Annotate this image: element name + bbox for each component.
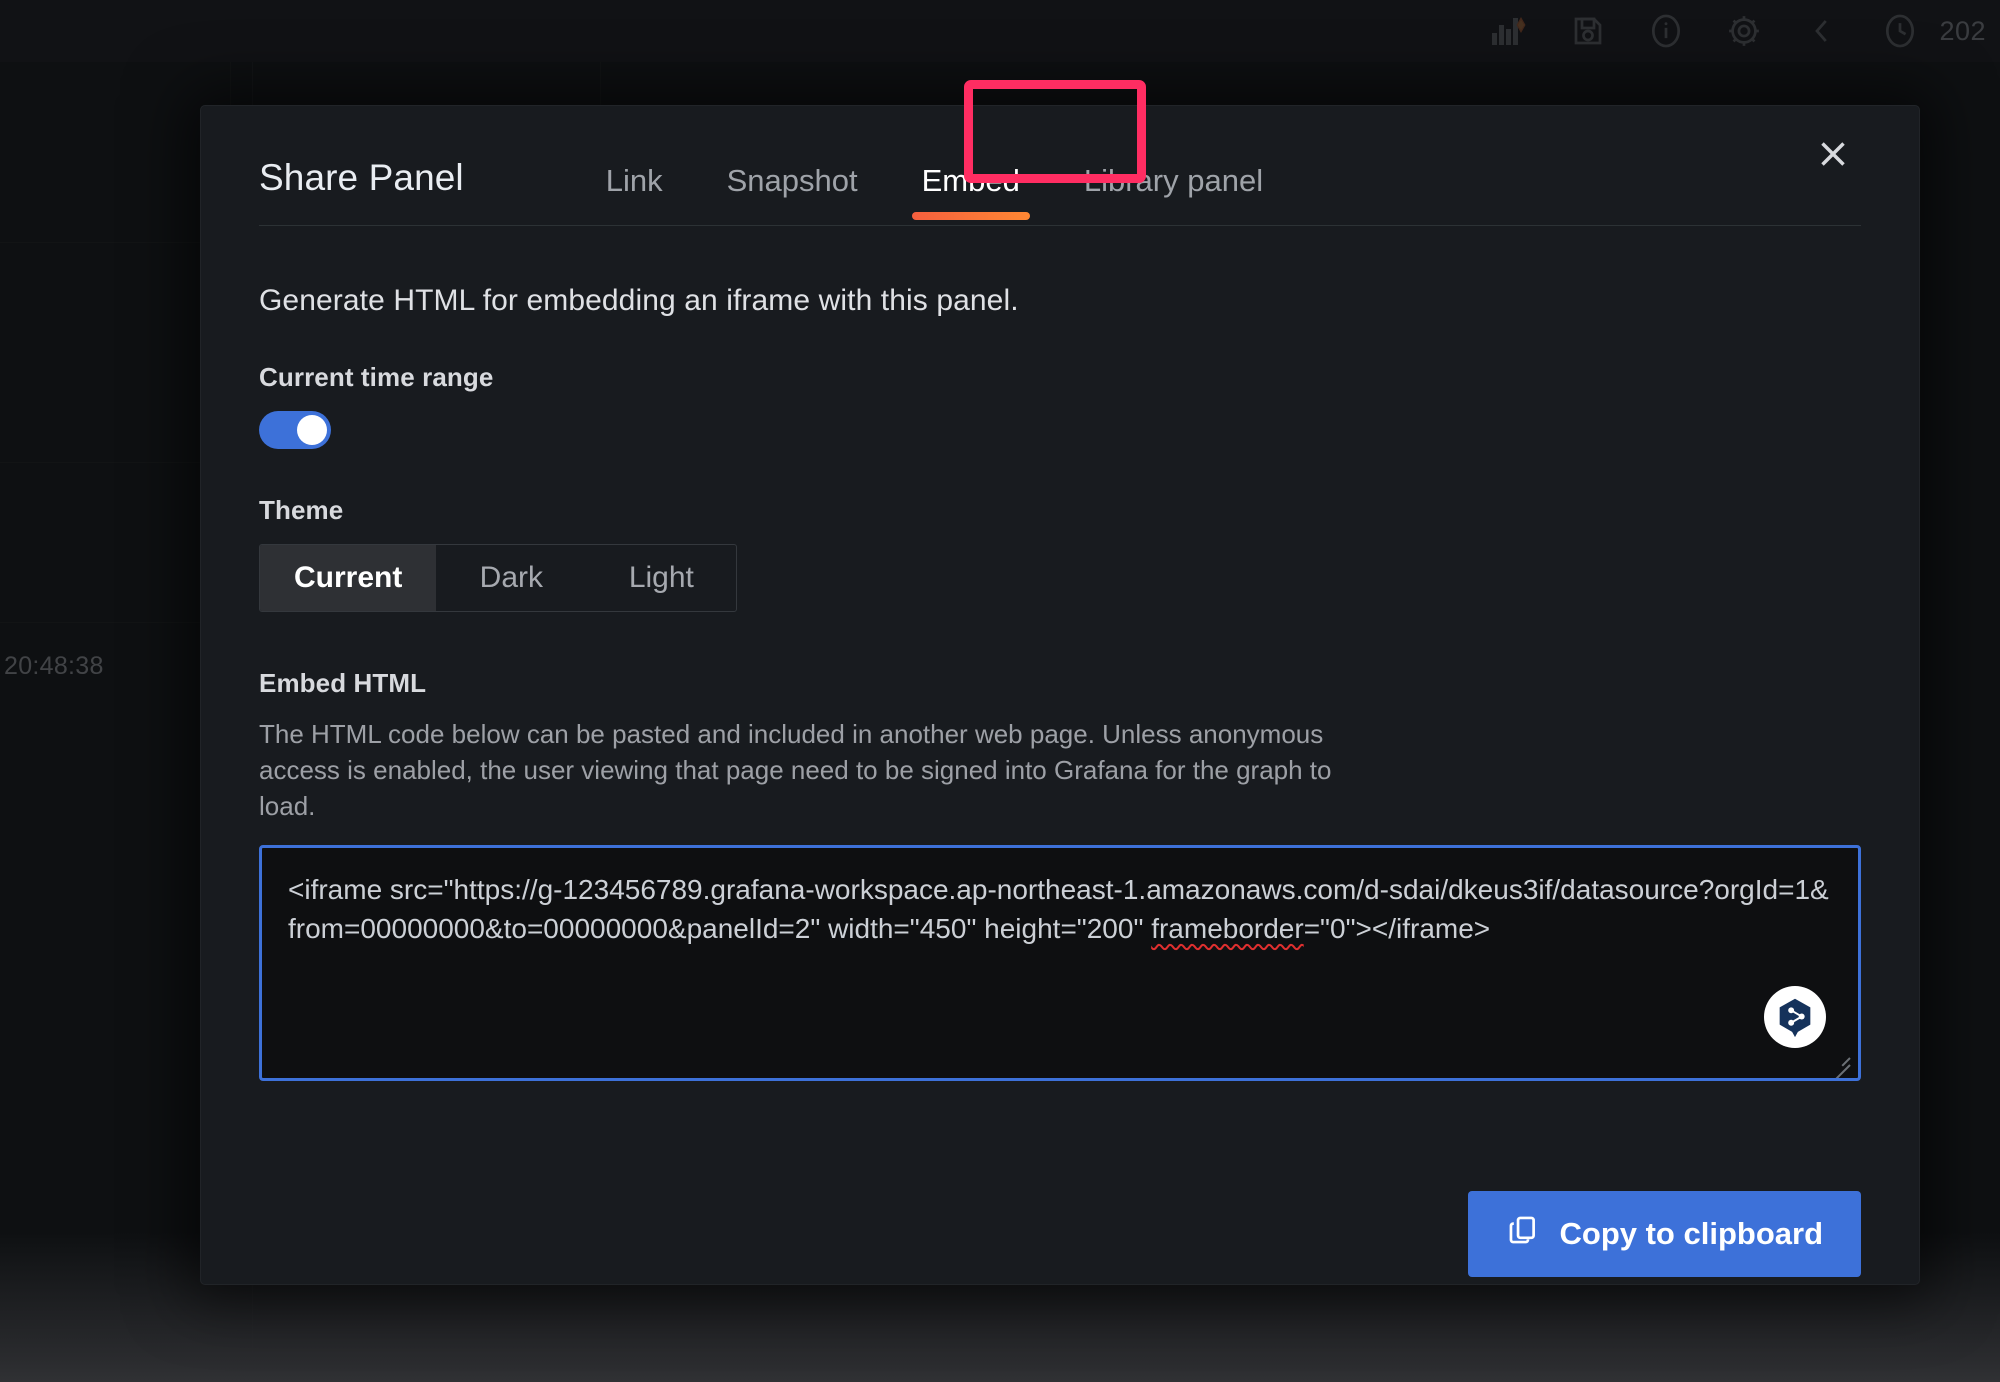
copy-button-label: Copy to clipboard bbox=[1559, 1215, 1824, 1251]
embed-code-part-1: <iframe src="https://g-123456789.grafana… bbox=[288, 873, 1829, 945]
toggle-knob bbox=[297, 415, 327, 445]
copy-icon bbox=[1506, 1213, 1540, 1255]
theme-label: Theme bbox=[259, 495, 344, 525]
theme-option-dark[interactable]: Dark bbox=[436, 545, 586, 611]
embed-html-label: Embed HTML bbox=[259, 668, 427, 698]
modal-title: Share Panel bbox=[259, 157, 464, 198]
tab-library-panel[interactable]: Library panel bbox=[1052, 163, 1295, 225]
close-modal-button[interactable] bbox=[1805, 126, 1861, 182]
theme-option-current[interactable]: Current bbox=[260, 545, 437, 611]
theme-option-light[interactable]: Light bbox=[586, 545, 736, 611]
modal-body: Generate HTML for embedding an iframe wi… bbox=[259, 226, 1861, 1277]
current-time-range-label: Current time range bbox=[259, 362, 494, 392]
theme-radio-group: Current Dark Light bbox=[259, 544, 738, 612]
tab-link[interactable]: Link bbox=[574, 163, 695, 225]
share-tabs: Link Snapshot Embed Library panel bbox=[574, 106, 1295, 225]
embed-html-help-text: The HTML code below can be pasted and in… bbox=[259, 719, 1332, 821]
modal-header: Share Panel Link Snapshot Embed Library … bbox=[259, 80, 1861, 226]
modal-footer: Copy to clipboard bbox=[259, 1190, 1861, 1277]
embed-description: Generate HTML for embedding an iframe wi… bbox=[259, 284, 1019, 317]
textarea-resize-grip[interactable] bbox=[1830, 1050, 1850, 1070]
embed-html-code: <iframe src="https://g-123456789.grafana… bbox=[288, 870, 1832, 950]
grammarly-share-badge-icon[interactable] bbox=[1764, 985, 1826, 1048]
tab-snapshot[interactable]: Snapshot bbox=[695, 163, 890, 225]
share-panel-modal: Share Panel Link Snapshot Embed Library … bbox=[200, 80, 1920, 1285]
embed-code-part-2: ="0"></iframe> bbox=[1303, 913, 1491, 945]
copy-to-clipboard-button[interactable]: Copy to clipboard bbox=[1467, 1190, 1861, 1277]
current-time-range-toggle[interactable] bbox=[259, 411, 331, 449]
embed-html-textarea[interactable]: <iframe src="https://g-123456789.grafana… bbox=[259, 844, 1861, 1081]
tab-embed[interactable]: Embed bbox=[890, 163, 1052, 225]
embed-code-spellchecked-word: frameborder bbox=[1151, 913, 1304, 945]
